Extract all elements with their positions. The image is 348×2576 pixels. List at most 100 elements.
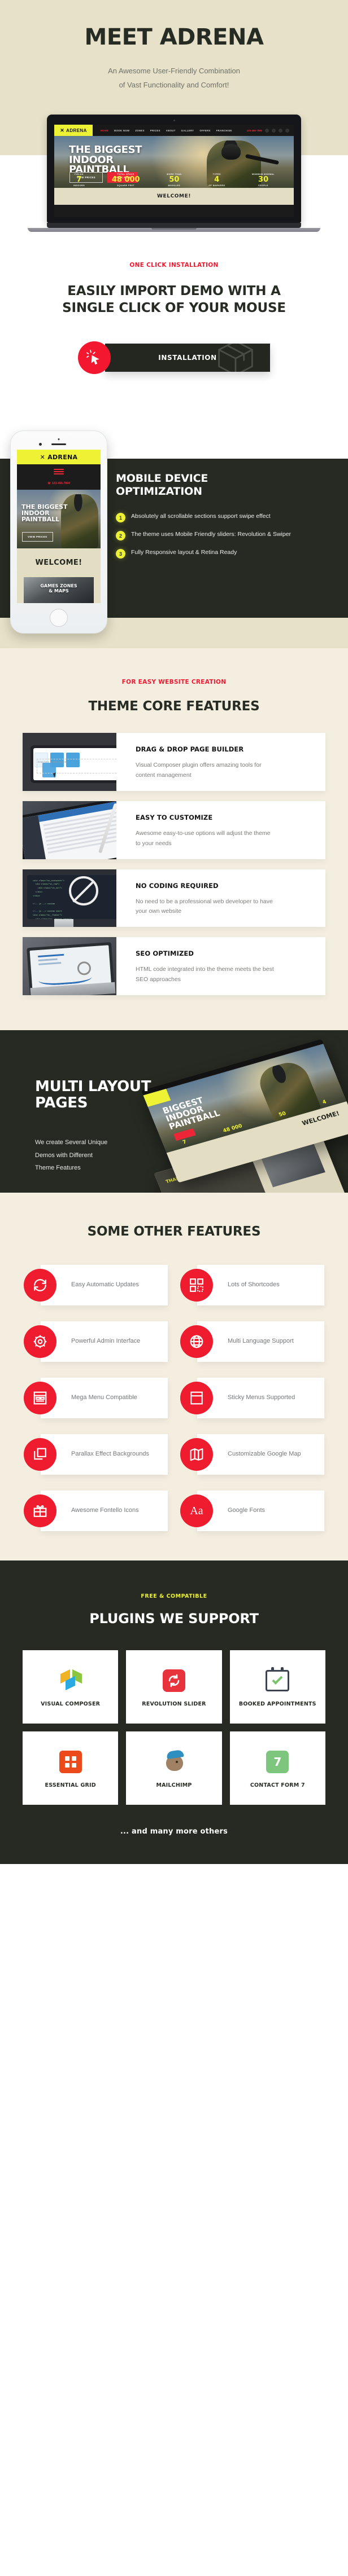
stat-value: 50 bbox=[169, 175, 180, 184]
feature-label: Sticky Menus Supported bbox=[228, 1394, 295, 1401]
plugin-card-contact-form-7[interactable]: 7 CONTACT FORM 7 bbox=[229, 1731, 325, 1805]
stat-value: 7 bbox=[76, 175, 82, 184]
phone-number[interactable]: ☏ 123-456-7890 bbox=[17, 482, 101, 485]
phone-games-zones-card[interactable]: GAMES ZONES & MAPS bbox=[24, 577, 94, 604]
demo-site-navbar: ✕ ADRENA HOME BOOK NOW ZONES PRICES ABOU… bbox=[54, 125, 294, 137]
plugin-card-booked-appointments[interactable]: BOOKED APPOINTMENTS bbox=[229, 1650, 325, 1724]
phone-card-line-2: & MAPS bbox=[49, 588, 69, 594]
bullet-number: 2 bbox=[116, 531, 125, 541]
menu-item-offers[interactable]: OFFERS bbox=[199, 129, 210, 132]
feature-label: Powerful Admin Interface bbox=[71, 1338, 141, 1345]
phone-number[interactable]: 123-456-7890 bbox=[247, 129, 262, 132]
core-card-no-coding: <div class="vc_container"> <div class="v… bbox=[23, 869, 325, 927]
feature-cell: Customizable Google Map bbox=[180, 1434, 324, 1475]
install-heading-line-1: EASILY IMPORT DEMO WITH A bbox=[67, 284, 281, 299]
core-card-body: EASY TO CUSTOMIZE Awesome easy-to-use op… bbox=[116, 801, 288, 859]
phone-home-button[interactable] bbox=[50, 609, 68, 627]
menu-item-book-now[interactable]: BOOK NOW bbox=[114, 129, 129, 132]
plugin-card-essential-grid[interactable]: ESSENTIAL GRID bbox=[23, 1731, 119, 1805]
layers-icon bbox=[24, 1438, 56, 1471]
menu-item-about[interactable]: ABOUT bbox=[166, 129, 176, 132]
demo-site-hero: THE BIGGEST INDOOR PAINTBALL VIEW PRICES… bbox=[54, 136, 294, 188]
feature-card[interactable]: Multi Language Support bbox=[197, 1321, 324, 1362]
phone-hero-line-3: PAINTBALL bbox=[21, 515, 60, 523]
feature-card[interactable]: Awesome Fontello Icons bbox=[41, 1491, 168, 1531]
feature-card[interactable]: Easy Automatic Updates bbox=[41, 1265, 168, 1305]
phone-number-text: 123-456-7890 bbox=[51, 482, 71, 486]
menu-item-zones[interactable]: ZONES bbox=[135, 129, 144, 132]
laptop-screen: ✕ ADRENA HOME BOOK NOW ZONES PRICES ABOU… bbox=[54, 125, 294, 218]
package-box-icon bbox=[218, 344, 253, 372]
feature-label: Lots of Shortcodes bbox=[228, 1281, 280, 1289]
twitter-icon[interactable] bbox=[265, 128, 269, 133]
core-card-text: Awesome easy-to-use options will adjust … bbox=[136, 829, 271, 847]
stat-label-bottom: MODULES bbox=[168, 184, 181, 187]
core-card-title: DRAG & DROP PAGE BUILDER bbox=[136, 745, 244, 754]
phone-view-prices-button[interactable]: VIEW PRICES bbox=[22, 532, 53, 542]
plugin-name: BOOKED APPOINTMENTS bbox=[238, 1700, 316, 1707]
map-icon bbox=[180, 1438, 213, 1471]
stat-label-top: MORE THAN bbox=[167, 173, 182, 176]
hamburger-menu-icon[interactable] bbox=[54, 468, 64, 476]
menu-item-home[interactable]: HOME bbox=[101, 129, 108, 132]
search-icon[interactable] bbox=[285, 128, 289, 133]
menu-item-gallery[interactable]: GALLERY bbox=[181, 129, 194, 132]
feature-card[interactable]: Sticky Menus Supported bbox=[197, 1378, 324, 1418]
plugin-card-revolution-slider[interactable]: REVOLUTION SLIDER bbox=[126, 1650, 222, 1724]
core-card-text: HTML code integrated into the theme meet… bbox=[136, 966, 274, 983]
drop-zone-hint: Drag here to add widgets bbox=[38, 760, 67, 763]
multi-layout-section: MULTI LAYOUT PAGES We create Several Uni… bbox=[0, 1030, 348, 1193]
feature-card[interactable]: Customizable Google Map bbox=[197, 1434, 324, 1475]
feature-cell: Powerful Admin Interface bbox=[24, 1321, 168, 1362]
feature-card[interactable]: Parallax Effect Backgrounds bbox=[41, 1434, 168, 1475]
multi-heading-line-2: PAGES bbox=[35, 1094, 88, 1112]
stat-label-bottom: INDOORS bbox=[73, 184, 85, 187]
other-features-section: SOME OTHER FEATURES Easy Automatic Updat… bbox=[0, 1193, 348, 1560]
installation-bar[interactable]: INSTALLATION bbox=[105, 344, 270, 372]
core-card-text: Visual Composer plugin offers amazing to… bbox=[136, 762, 262, 779]
feature-card[interactable]: Powerful Admin Interface bbox=[41, 1321, 168, 1362]
core-feature-list: Drag here to add widgets DRAG & DROP PAG… bbox=[0, 733, 348, 995]
google-plus-icon[interactable] bbox=[279, 128, 282, 133]
core-card-title: NO CODING REQUIRED bbox=[136, 881, 219, 890]
hero-spacer bbox=[0, 92, 348, 115]
stat-value: 48 000 bbox=[111, 175, 140, 184]
plugin-card-mailchimp[interactable]: MAILCHIMP bbox=[126, 1731, 222, 1805]
page-title: MEET ADRENA bbox=[84, 24, 264, 50]
core-features-section: FOR EASY WEBSITE CREATION THEME CORE FEA… bbox=[0, 648, 348, 1030]
hero-section: MEET ADRENA An Awesome User-Friendly Com… bbox=[0, 0, 348, 115]
feature-cell: Mega Menu Compatible bbox=[24, 1378, 168, 1418]
menu-item-prices[interactable]: PRICES bbox=[150, 129, 160, 132]
logo-mark-icon: ✕ bbox=[40, 453, 46, 461]
plugin-name: ESSENTIAL GRID bbox=[45, 1782, 96, 1788]
feature-card[interactable]: Google Fonts bbox=[197, 1491, 324, 1531]
facebook-icon[interactable] bbox=[272, 128, 276, 133]
stat-label-bottom: PEOPLE bbox=[258, 184, 268, 187]
feature-label: Google Fonts bbox=[228, 1507, 266, 1514]
plugin-card-visual-composer[interactable]: VISUAL COMPOSER bbox=[23, 1650, 119, 1724]
laptop-lid: ✕ ADRENA HOME BOOK NOW ZONES PRICES ABOU… bbox=[47, 115, 301, 223]
list-item: 2 The theme uses Mobile Friendly sliders… bbox=[116, 530, 338, 541]
stat-modules: MORE THAN 50 MODULES bbox=[167, 173, 181, 187]
mobile-optimization-section: ✕ ADRENA ☏ 123-456-7890 THE BIGGEST INDO… bbox=[0, 411, 348, 649]
install-heading-line-2: SINGLE CLICK OF YOUR MOUSE bbox=[62, 300, 286, 315]
core-heading: THEME CORE FEATURES bbox=[88, 699, 260, 714]
feature-cell: Awesome Fontello Icons bbox=[24, 1491, 168, 1531]
phone-sensor-icon bbox=[58, 438, 60, 441]
plugins-footer-note: ... and many more others bbox=[120, 1827, 228, 1836]
theme-preview-page: MEET ADRENA An Awesome User-Friendly Com… bbox=[0, 0, 348, 1864]
feature-card[interactable]: Lots of Shortcodes bbox=[197, 1265, 324, 1305]
feature-card[interactable]: Mega Menu Compatible bbox=[41, 1378, 168, 1418]
gear-icon bbox=[24, 1325, 56, 1358]
installation-card[interactable]: INSTALLATION bbox=[78, 341, 270, 375]
list-item: 3 Fully Responsive layout & Retina Ready bbox=[116, 548, 338, 559]
installation-click-badge[interactable] bbox=[78, 341, 111, 375]
phone-site-navbar: ☏ 123-456-7890 bbox=[17, 464, 101, 490]
feature-cell: Easy Automatic Updates bbox=[24, 1265, 168, 1305]
menu-item-franchise[interactable]: FRANCHISE bbox=[216, 129, 232, 132]
installation-label: INSTALLATION bbox=[158, 354, 217, 362]
other-heading: SOME OTHER FEATURES bbox=[87, 1224, 261, 1239]
demo-site-nav-right: 123-456-7890 bbox=[247, 128, 294, 133]
laptop-foot bbox=[28, 228, 320, 232]
stat-label-bottom: OF MARKERS bbox=[208, 184, 225, 187]
